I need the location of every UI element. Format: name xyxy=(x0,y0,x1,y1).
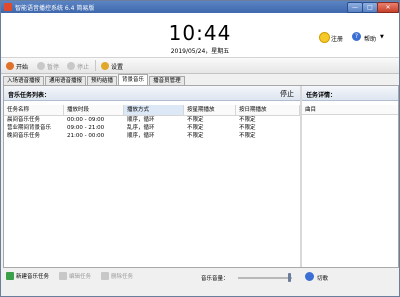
cell-weekday: 不限定 xyxy=(187,125,204,131)
toolbar-divider xyxy=(95,60,96,71)
app-window: 智能语音播控系统 6.4 简易版 — □ ✕ 10:44 2019/05/24，… xyxy=(0,0,400,297)
column-header-track[interactable]: 曲目 xyxy=(302,105,398,115)
start-button[interactable]: 开始 xyxy=(6,61,28,71)
table-row[interactable]: 营业期间背景音乐 09:00 - 21:00 乱序，循环 不限定 不限定 xyxy=(4,124,300,132)
title-bar: 智能语音播控系统 6.4 简易版 — □ ✕ xyxy=(1,1,399,13)
cell-task-name: 营业期间背景音乐 xyxy=(7,125,52,131)
cell-period: 09:00 - 21:00 xyxy=(67,125,105,131)
clock-area: 10:44 2019/05/24，星期五 注册 ? 帮助 ▼ xyxy=(1,13,399,57)
minimize-button[interactable]: — xyxy=(347,2,363,13)
help-icon[interactable]: ? xyxy=(352,32,361,41)
new-task-label: 新建音乐任务 xyxy=(16,274,50,280)
smile-icon[interactable] xyxy=(319,32,330,43)
cell-date: 不限定 xyxy=(239,117,256,123)
column-header-mode[interactable]: 播放方式 xyxy=(124,105,184,115)
edit-task-button[interactable]: 编辑任务 xyxy=(59,271,91,281)
volume-slider-thumb[interactable] xyxy=(288,273,292,282)
pause-button[interactable]: 暂停 xyxy=(37,61,59,71)
app-logo-icon xyxy=(4,3,12,11)
settings-icon xyxy=(101,62,109,70)
cell-date: 不限定 xyxy=(239,133,256,139)
volume-label: 音乐音量： xyxy=(201,276,229,282)
edit-icon xyxy=(59,272,67,280)
volume-slider[interactable] xyxy=(238,277,292,279)
switch-track-button[interactable]: 切歌 xyxy=(317,274,328,282)
new-task-button[interactable]: 新建音乐任务 xyxy=(6,271,49,281)
footer-bar: 新建音乐任务 编辑任务 删除任务 音乐音量： 切歌 xyxy=(1,269,399,283)
music-add-icon xyxy=(6,272,14,280)
column-header-weekday[interactable]: 按星期播放 xyxy=(184,105,236,115)
table-row[interactable]: 晚间音乐任务 21:00 - 00:00 顺序，循环 不限定 不限定 xyxy=(4,132,300,140)
delete-task-button[interactable]: 删除任务 xyxy=(101,271,133,281)
cell-task-name: 晚间音乐任务 xyxy=(7,133,41,139)
task-list-title: 音乐任务列表： xyxy=(8,92,51,99)
task-list-header: 音乐任务列表： 停止 xyxy=(4,86,300,101)
stop-label: 停止 xyxy=(77,63,90,71)
delete-task-label: 删除任务 xyxy=(111,274,134,280)
help-link[interactable]: 帮助 xyxy=(364,34,376,43)
toolbar: 开始 暂停 停止 设置 xyxy=(1,57,399,74)
cell-mode: 乱序，循环 xyxy=(127,125,155,131)
start-label: 开始 xyxy=(16,63,29,71)
register-link[interactable]: 注册 xyxy=(331,34,343,43)
play-state: 停止 xyxy=(280,90,294,98)
window-title: 智能语音播控系统 6.4 简易版 xyxy=(15,5,95,12)
stop-icon xyxy=(67,62,75,70)
table-header: 任务名称 播放时段 播放方式 按星期播放 按日期播放 xyxy=(4,105,300,116)
clock-date: 2019/05/24，星期五 xyxy=(170,48,230,55)
column-header-name[interactable]: 任务名称 xyxy=(4,105,64,115)
cell-task-name: 晨间音乐任务 xyxy=(7,117,41,123)
music-panel: 音乐任务列表： 停止 任务详情： 任务名称 播放时段 播放方式 按星期播放 按日… xyxy=(3,85,399,268)
task-detail-title: 任务详情： xyxy=(306,92,337,99)
stop-button[interactable]: 停止 xyxy=(67,61,89,71)
settings-label: 设置 xyxy=(111,63,124,71)
pause-label: 暂停 xyxy=(47,63,60,71)
cell-date: 不限定 xyxy=(239,125,256,131)
delete-icon xyxy=(101,272,109,280)
cell-mode: 顺序，循环 xyxy=(127,133,155,139)
column-header-date[interactable]: 按日期播放 xyxy=(236,105,300,115)
switch-icon[interactable] xyxy=(305,272,314,281)
pause-icon xyxy=(37,62,45,70)
chevron-down-icon[interactable]: ▼ xyxy=(380,34,384,40)
cell-period: 00:00 - 09:00 xyxy=(67,117,105,123)
settings-button[interactable]: 设置 xyxy=(101,61,123,71)
edit-task-label: 编辑任务 xyxy=(69,274,92,280)
maximize-button[interactable]: □ xyxy=(362,2,378,13)
close-button[interactable]: ✕ xyxy=(377,2,399,13)
tab-strip: 入场语音播报 通用语音播报 预约结播 背景音乐 播音员管理 xyxy=(3,74,186,86)
cell-period: 21:00 - 00:00 xyxy=(67,133,105,139)
play-icon xyxy=(6,62,14,70)
table-row[interactable]: 晨间音乐任务 00:00 - 09:00 顺序，循环 不限定 不限定 xyxy=(4,116,300,124)
cell-weekday: 不限定 xyxy=(187,133,204,139)
cell-mode: 顺序，循环 xyxy=(127,117,155,123)
task-detail-header: 任务详情： xyxy=(302,86,398,101)
cell-weekday: 不限定 xyxy=(187,117,204,123)
column-header-period[interactable]: 播放时段 xyxy=(64,105,124,115)
